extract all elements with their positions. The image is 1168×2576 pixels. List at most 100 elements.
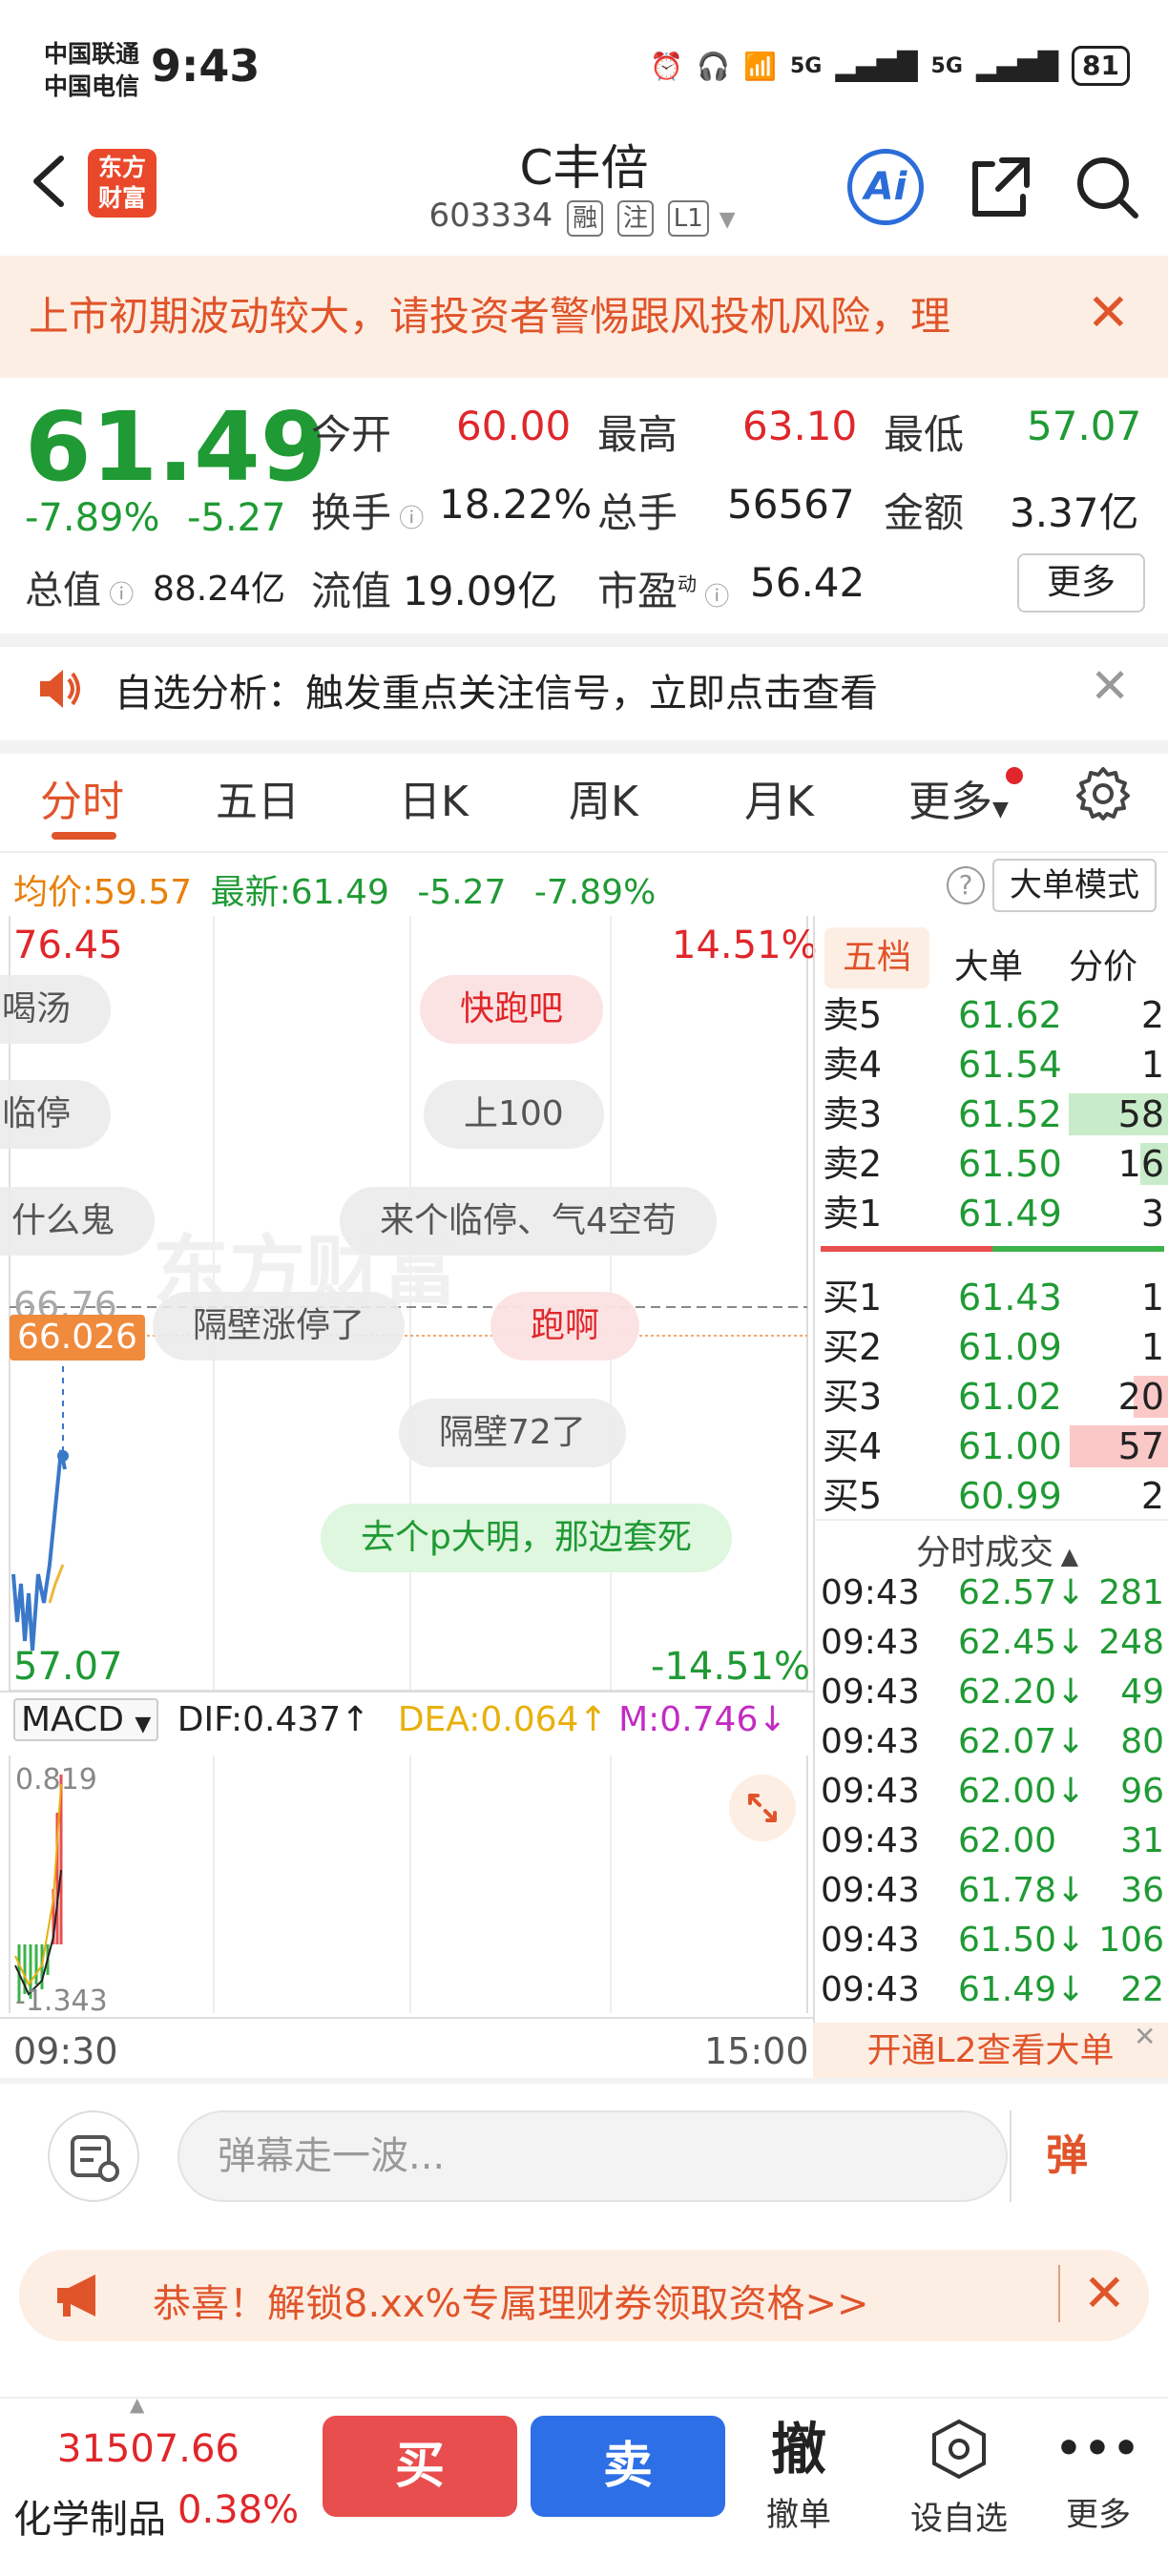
order-book-panel: 五档 大单 分价 卖5 61.62 2 卖4 61.54 1 卖3 61.52 58 卖2 61.5… xyxy=(813,916,1168,2070)
close-icon[interactable]: ✕ xyxy=(1087,284,1130,342)
amount-label: 金额 xyxy=(884,489,965,536)
close-icon[interactable]: ✕ xyxy=(1090,658,1130,714)
help-icon[interactable]: ? xyxy=(947,866,985,904)
sell-button[interactable]: 卖 xyxy=(531,2416,725,2517)
tab-weekly-k[interactable]: 周K xyxy=(569,767,638,828)
app-logo[interactable]: 东方 财富 xyxy=(88,149,156,218)
buy-button[interactable]: 买 xyxy=(323,2416,517,2517)
risk-warning-banner[interactable]: 上市初期波动较大，请投资者警惕跟风投机风险，理 ✕ xyxy=(0,256,1168,378)
chart-bottom-price: 57.07 xyxy=(13,1645,123,1689)
alarm-icon: ⏰ xyxy=(650,50,684,82)
tab-price-split[interactable]: 分价 xyxy=(1069,939,1137,988)
trade-row: 09:43 62.45↓ 248 xyxy=(813,1618,1168,1668)
promo-banner[interactable]: 恭喜！解锁8.xx%专属理财券领取资格>> ✕ xyxy=(19,2250,1149,2341)
more-menu-button[interactable]: ••• 更多 xyxy=(1036,2418,1160,2535)
sector-index-value[interactable]: 31507.66 xyxy=(57,2427,240,2471)
volume-label: 总手 xyxy=(597,489,678,536)
level-price: 61.54 xyxy=(958,1044,1062,1086)
chart-top-price: 76.45 xyxy=(13,924,123,967)
share-icon[interactable] xyxy=(964,151,1036,223)
trade-price: 62.07↓ xyxy=(958,1722,1086,1761)
search-icon[interactable] xyxy=(1071,151,1143,223)
divider xyxy=(0,1691,813,1693)
trade-row: 09:43 62.00↓ 96 xyxy=(813,1767,1168,1817)
level-label: 卖2 xyxy=(823,1143,883,1185)
level-volume: 58 xyxy=(1117,1093,1164,1135)
divider xyxy=(0,634,1168,647)
tab-monthly-k[interactable]: 月K xyxy=(744,767,814,828)
open-l2-button[interactable]: 开通L2查看大单 xyxy=(813,2023,1168,2080)
indicator-selector[interactable]: MACD ▼ xyxy=(13,1698,159,1741)
notice-text[interactable]: 自选分析：触发重点关注信号，立即点击查看 xyxy=(115,662,878,717)
status-bar: 中国联通 中国电信 9:43 ⏰ 🎧 📶 5G ▂▄▆█ 5G ▂▄▆█ 81 xyxy=(0,0,1168,134)
tab-five-level[interactable]: 五档 xyxy=(824,927,929,988)
avg-series-line xyxy=(48,1564,65,1604)
danmu-input[interactable]: 弹幕走一波... xyxy=(177,2110,1008,2202)
more-quote-button[interactable]: 更多 xyxy=(1017,553,1145,613)
chevron-up-icon: ▲ xyxy=(1053,1543,1079,1569)
bid-row[interactable]: 买2 61.09 1 xyxy=(813,1322,1168,1372)
macd-bottom-value: -1.343 xyxy=(15,1984,108,2018)
intraday-chart[interactable]: 东方财富 xyxy=(0,916,813,1698)
ai-button[interactable]: Ai xyxy=(847,149,924,225)
bid-row[interactable]: 买4 61.00 57 xyxy=(813,1422,1168,1471)
watchlist-hexagon-icon xyxy=(932,2419,986,2480)
divider xyxy=(0,2078,1168,2084)
active-tab-indicator xyxy=(52,832,116,840)
big-order-mode-button[interactable]: 大单模式 xyxy=(992,859,1157,912)
danmu-send-button[interactable]: 弹 xyxy=(1010,2110,1122,2202)
danmu-bubble: 喝汤 xyxy=(0,975,112,1044)
danmu-settings-button[interactable] xyxy=(48,2110,139,2202)
cancel-order-button[interactable]: 撤 撤单 xyxy=(737,2418,861,2535)
bid-row[interactable]: 买1 61.43 1 xyxy=(813,1273,1168,1322)
macd-top-value: 0.819 xyxy=(15,1763,97,1797)
ask-row[interactable]: 卖1 61.49 3 xyxy=(813,1189,1168,1238)
level-price: 61.00 xyxy=(958,1425,1062,1467)
level-volume: 57 xyxy=(1117,1425,1164,1467)
tab-more[interactable]: 更多▼ xyxy=(908,767,1009,828)
signal-bars-icon: ▂▄▆█ xyxy=(835,50,918,82)
more-dots-icon: ••• xyxy=(1054,2424,1142,2473)
avg-price-row: 均价:59.57 最新:61.49 -5.27 -7.89% xyxy=(13,873,657,912)
chevron-up-icon[interactable]: ▲ xyxy=(130,2393,144,2416)
sector-change: 0.38% xyxy=(177,2488,300,2532)
ask-row[interactable]: 卖2 61.50 16 xyxy=(813,1139,1168,1189)
trade-row: 09:43 61.78↓ 36 xyxy=(813,1866,1168,1916)
ask-row[interactable]: 卖4 61.54 1 xyxy=(813,1040,1168,1090)
tab-daily-k[interactable]: 日K xyxy=(399,767,469,828)
bid-row[interactable]: 买3 61.02 20 xyxy=(813,1372,1168,1422)
sector-name[interactable]: 化学制品 xyxy=(13,2488,166,2544)
low-value: 57.07 xyxy=(1027,403,1142,449)
wifi-icon: 📶 xyxy=(743,50,777,82)
danmu-bubble: 跑啊 xyxy=(490,1292,640,1361)
ask-row[interactable]: 卖5 61.62 2 xyxy=(813,990,1168,1040)
ask-bid-separator-red xyxy=(821,1246,992,1252)
close-icon[interactable]: ✕ xyxy=(1057,2265,1126,2322)
back-arrow-icon[interactable] xyxy=(19,143,76,219)
tab-five-day[interactable]: 五日 xyxy=(216,767,300,828)
trade-time: 09:43 xyxy=(821,1970,920,2009)
tab-timeshare[interactable]: 分时 xyxy=(40,767,124,828)
tab-big-order[interactable]: 大单 xyxy=(954,939,1023,988)
level-label: 卖4 xyxy=(823,1044,883,1086)
add-watchlist-button[interactable]: 设自选 xyxy=(897,2418,1021,2539)
trade-price: 62.00 xyxy=(958,1821,1057,1860)
danmu-bubble: 临停 xyxy=(0,1080,112,1149)
trade-volume: 49 xyxy=(1120,1672,1164,1712)
turnover-value: 18.22% xyxy=(439,481,593,528)
ask-row[interactable]: 卖3 61.52 58 xyxy=(813,1090,1168,1139)
danmu-bubble: 什么鬼 xyxy=(0,1187,156,1256)
trade-volume: 281 xyxy=(1098,1573,1164,1612)
headphone-icon: 🎧 xyxy=(697,50,731,82)
level-volume: 16 xyxy=(1117,1143,1164,1185)
promo-text: 恭喜！解锁8.xx%专属理财券领取资格>> xyxy=(153,2282,869,2326)
close-icon[interactable]: ✕ xyxy=(1134,2021,1156,2052)
mktcap-label: 总值 ⓘ xyxy=(25,569,135,613)
gear-icon[interactable] xyxy=(1074,765,1132,822)
stock-code-row[interactable]: 603334 融 注 L1 ▼ xyxy=(382,197,782,237)
expand-icon[interactable] xyxy=(729,1775,796,1841)
pe-label: 市盈动 ⓘ xyxy=(597,568,730,614)
bid-row[interactable]: 买5 60.99 2 xyxy=(813,1471,1168,1521)
trade-price: 61.78↓ xyxy=(958,1871,1086,1910)
trades-header[interactable]: 分时成交 ▲ xyxy=(916,1525,1078,1574)
